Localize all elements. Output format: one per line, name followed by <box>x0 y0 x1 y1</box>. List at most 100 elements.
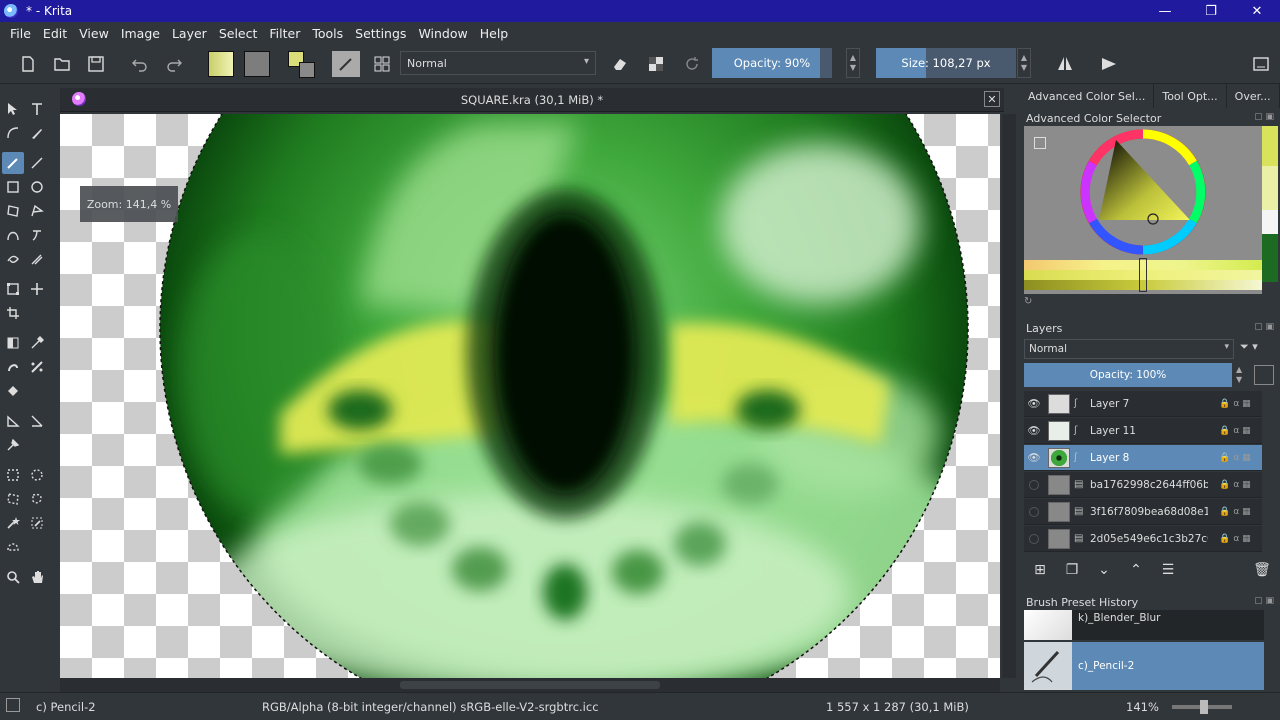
layer-filter-icon[interactable]: ⏷ ▾ <box>1240 340 1272 358</box>
layer-opacity-spinner[interactable]: ▲ ▼ <box>1236 365 1246 385</box>
horizontal-scrollbar[interactable] <box>60 678 1000 692</box>
layer-blend-mode-select[interactable]: Normal ▾ <box>1024 339 1234 359</box>
reference-images-tool-icon[interactable] <box>2 434 24 456</box>
panel-float-close-icon[interactable]: ▢ ▣ <box>1254 112 1274 122</box>
preserve-alpha-icon[interactable] <box>644 52 668 76</box>
colorize-mask-tool-icon[interactable] <box>2 356 24 378</box>
layer-row-selected[interactable]: 👁 ʃ Layer 8 🔒 α ▦ <box>1024 445 1262 471</box>
brush-history-item[interactable]: k)_Blender_Blur <box>1024 610 1264 640</box>
rectangular-selection-tool-icon[interactable] <box>2 464 24 486</box>
document-title[interactable]: SQUARE.kra (30,1 MiB) * <box>60 93 1004 107</box>
move-tool-icon[interactable] <box>26 278 48 300</box>
layer-lock-alpha-icons[interactable]: 🔒 α ▦ <box>1208 507 1262 517</box>
layer-properties-icon[interactable] <box>1254 365 1274 385</box>
maximize-button[interactable]: ❐ <box>1188 0 1234 22</box>
layer-opacity-slider[interactable]: Opacity: 100% <box>1024 363 1232 387</box>
hidden-eye-icon[interactable] <box>1024 479 1044 490</box>
line-tool-icon[interactable] <box>26 152 48 174</box>
layer-lock-alpha-icons[interactable]: 🔒 α ▦ <box>1208 426 1262 436</box>
workspace-grid-icon[interactable] <box>370 52 394 76</box>
gradient-tool-icon[interactable] <box>2 332 24 354</box>
layer-lock-alpha-icons[interactable]: 🔒 α ▦ <box>1208 480 1262 490</box>
color-selector-settings-icon[interactable] <box>1034 137 1046 149</box>
layer-lock-alpha-icons[interactable]: 🔒 α ▦ <box>1208 399 1262 409</box>
elliptical-selection-tool-icon[interactable] <box>26 464 48 486</box>
eraser-mode-icon[interactable] <box>608 52 632 76</box>
layer-row[interactable]: 👁 ʃ Layer 7 🔒 α ▦ <box>1024 391 1262 417</box>
layer-row[interactable]: ▤ ba1762998c2644ff06b7d... 🔒 α ▦ <box>1024 472 1262 498</box>
layer-lock-alpha-icons[interactable]: 🔒 α ▦ <box>1208 453 1262 463</box>
menu-file[interactable]: File <box>4 26 37 41</box>
edit-shapes-tool-icon[interactable] <box>2 122 24 144</box>
horizontal-scroll-thumb[interactable] <box>400 681 660 689</box>
menu-settings[interactable]: Settings <box>349 26 412 41</box>
vertical-scrollbar[interactable] <box>1002 114 1016 678</box>
opacity-slider[interactable]: Opacity: 90% <box>712 48 832 78</box>
undo-icon[interactable] <box>128 52 152 76</box>
menu-filter[interactable]: Filter <box>263 26 306 41</box>
size-spinner[interactable]: ▲ ▼ <box>1017 48 1031 78</box>
shade-selector-marker[interactable] <box>1139 258 1147 292</box>
minimize-button[interactable]: — <box>1142 0 1188 22</box>
polyline-tool-icon[interactable] <box>26 200 48 222</box>
gradient-preset-swatch[interactable] <box>208 51 234 77</box>
layer-row[interactable]: ▤ 3f16f7809bea68d08e199... 🔒 α ▦ <box>1024 499 1262 525</box>
ellipse-tool-icon[interactable] <box>26 176 48 198</box>
opacity-spinner[interactable]: ▲ ▼ <box>846 48 860 78</box>
canvas[interactable] <box>60 114 1000 678</box>
mirror-horizontal-icon[interactable] <box>1052 52 1078 76</box>
move-layer-up-icon[interactable]: ⌃ <box>1120 562 1152 578</box>
calligraphy-tool-icon[interactable] <box>26 122 48 144</box>
tab-overview[interactable]: Over... <box>1227 84 1280 108</box>
pattern-preset-swatch[interactable] <box>244 51 270 77</box>
brush-history-float-close-icon[interactable]: ▢ ▣ <box>1254 596 1274 606</box>
hidden-eye-icon[interactable] <box>1024 533 1044 544</box>
reset-color-icon[interactable]: ↻ <box>1024 296 1038 308</box>
smart-patch-tool-icon[interactable] <box>26 356 48 378</box>
size-slider[interactable]: Size: 108,27 px <box>876 48 1016 78</box>
color-wheel[interactable] <box>1024 126 1262 260</box>
bezier-selection-tool-icon[interactable] <box>2 536 24 558</box>
menu-select[interactable]: Select <box>213 26 264 41</box>
tab-advanced-color-selector[interactable]: Advanced Color Sel... <box>1020 84 1155 108</box>
zoom-status[interactable]: 141% <box>1126 700 1159 714</box>
dynamic-brush-tool-icon[interactable] <box>2 248 24 270</box>
save-icon[interactable] <box>84 52 108 76</box>
open-document-icon[interactable] <box>50 52 74 76</box>
docker-toggle-icon[interactable] <box>1248 52 1274 76</box>
tab-tool-options[interactable]: Tool Opt... <box>1154 84 1227 108</box>
layer-lock-alpha-icons[interactable]: 🔒 α ▦ <box>1208 534 1262 544</box>
close-document-button[interactable]: ✕ <box>984 91 1000 107</box>
zoom-tool-icon[interactable] <box>2 566 24 588</box>
layer-properties-sliders-icon[interactable]: ☰ <box>1152 562 1184 578</box>
brush-history-item-selected[interactable]: c)_Pencil-2 <box>1024 642 1264 690</box>
mirror-vertical-icon[interactable] <box>1096 52 1122 76</box>
fg-bg-color-selector[interactable] <box>288 51 316 79</box>
assistant-tool-icon[interactable] <box>2 410 24 432</box>
freehand-selection-tool-icon[interactable] <box>26 488 48 510</box>
close-window-button[interactable]: ✕ <box>1234 0 1280 22</box>
hidden-eye-icon[interactable] <box>1024 506 1044 517</box>
text-tool-icon[interactable] <box>26 98 48 120</box>
transform-tool-icon[interactable] <box>2 278 24 300</box>
delete-layer-icon[interactable]: 🗑 <box>1246 562 1278 578</box>
select-shapes-tool-icon[interactable] <box>2 98 24 120</box>
visibility-eye-icon[interactable]: 👁 <box>1024 397 1044 410</box>
menu-help[interactable]: Help <box>474 26 515 41</box>
background-color-swatch[interactable] <box>299 62 315 78</box>
layer-row[interactable]: ▤ 2d05e549e6c1c3b27c66... 🔒 α ▦ <box>1024 526 1262 552</box>
colorspace-status[interactable]: RGB/Alpha (8-bit integer/channel) sRGB-e… <box>262 700 599 714</box>
visibility-eye-icon[interactable]: 👁 <box>1024 424 1044 437</box>
layers-panel-float-close-icon[interactable]: ▢ ▣ <box>1254 322 1274 332</box>
menu-layer[interactable]: Layer <box>166 26 213 41</box>
blend-mode-select[interactable]: Normal ▾ <box>400 51 596 75</box>
rectangle-tool-icon[interactable] <box>2 176 24 198</box>
color-history-swatches[interactable] <box>1262 126 1278 312</box>
freehand-path-tool-icon[interactable] <box>26 224 48 246</box>
crop-tool-icon[interactable] <box>2 302 24 324</box>
duplicate-layer-icon[interactable]: ❐ <box>1056 562 1088 578</box>
similar-color-selection-tool-icon[interactable] <box>26 512 48 534</box>
brush-preset-icon[interactable] <box>332 51 360 77</box>
new-document-icon[interactable] <box>16 52 40 76</box>
visibility-eye-icon[interactable]: 👁 <box>1024 451 1044 464</box>
